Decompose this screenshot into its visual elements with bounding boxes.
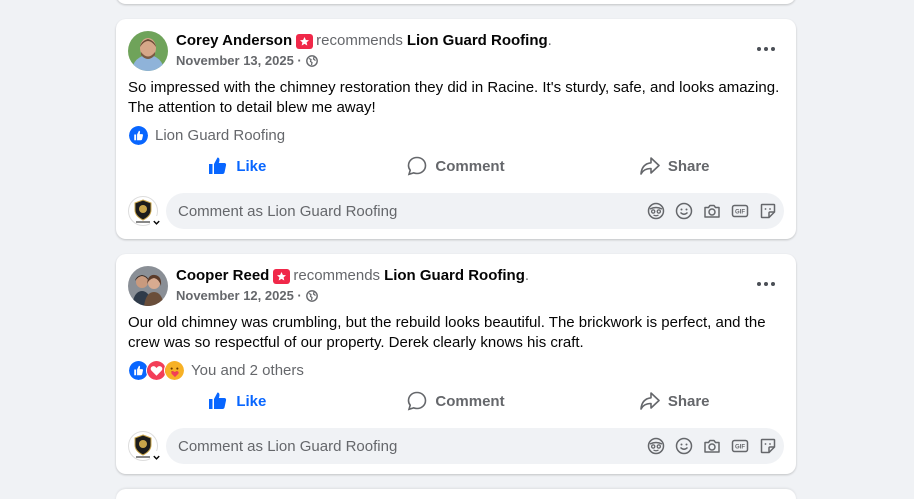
comment-input[interactable]: Comment as Lion Guard Roofing GIF xyxy=(166,193,784,229)
globe-icon xyxy=(305,290,318,302)
comment-button[interactable]: Comment xyxy=(347,387,566,415)
recommends-text: recommends xyxy=(316,32,403,49)
sticker-icon[interactable] xyxy=(758,436,778,456)
sticker-icon[interactable] xyxy=(758,201,778,221)
chevron-down-icon[interactable] xyxy=(150,451,162,463)
previous-post-edge xyxy=(116,0,796,4)
thumbs-up-icon xyxy=(209,157,227,174)
author-avatar[interactable] xyxy=(128,266,168,306)
speech-bubble-icon xyxy=(408,156,427,176)
post-meta: November 13, 2025 · xyxy=(176,53,318,69)
chevron-down-icon[interactable] xyxy=(150,216,162,228)
post-card: Corey Anderson recommends Lion Guard Roo… xyxy=(116,19,796,239)
reactions-summary[interactable]: Lion Guard Roofing xyxy=(128,124,285,146)
care-reaction-icon xyxy=(164,359,185,381)
comment-placeholder: Comment as Lion Guard Roofing xyxy=(178,437,398,455)
more-options-icon[interactable] xyxy=(748,35,784,63)
avatar-sticker-icon[interactable] xyxy=(646,436,666,456)
recommended-page-name[interactable]: Lion Guard Roofing xyxy=(407,32,548,50)
comment-input[interactable]: Comment as Lion Guard Roofing GIF xyxy=(166,428,784,464)
comment-button[interactable]: Comment xyxy=(347,152,566,180)
recommend-badge-icon xyxy=(273,268,291,284)
svg-text:GIF: GIF xyxy=(735,210,745,216)
comment-composer: Comment as Lion Guard Roofing GIF xyxy=(128,428,784,464)
share-button[interactable]: Share xyxy=(565,387,784,415)
comment-composer: Comment as Lion Guard Roofing GIF xyxy=(128,193,784,229)
thumbs-up-icon xyxy=(209,392,227,409)
comment-placeholder: Comment as Lion Guard Roofing xyxy=(178,202,398,220)
like-button[interactable]: Like xyxy=(128,387,347,415)
post-body: So impressed with the chimney restoratio… xyxy=(128,79,780,116)
post-date[interactable]: November 13, 2025 · xyxy=(176,53,302,69)
globe-icon xyxy=(305,55,318,67)
like-reaction-icon xyxy=(128,124,149,146)
avatar-sticker-icon[interactable] xyxy=(646,201,666,221)
speech-bubble-icon xyxy=(408,391,427,411)
action-bar: Like Comment Share xyxy=(128,152,784,180)
page-avatar[interactable] xyxy=(128,196,162,228)
gif-icon[interactable]: GIF xyxy=(730,436,750,456)
action-bar: Like Comment Share xyxy=(128,387,784,415)
post-meta: November 12, 2025 · xyxy=(176,288,318,304)
svg-text:GIF: GIF xyxy=(735,445,745,451)
recommends-text: recommends xyxy=(293,267,381,284)
share-arrow-icon xyxy=(640,392,660,410)
reactions-summary[interactable]: You and 2 others xyxy=(128,359,304,381)
comment-tools: GIF xyxy=(646,436,778,456)
share-arrow-icon xyxy=(640,157,660,175)
gif-icon[interactable]: GIF xyxy=(730,201,750,221)
camera-icon[interactable] xyxy=(702,201,722,221)
recommended-page-name[interactable]: Lion Guard Roofing xyxy=(384,267,525,285)
page-avatar[interactable] xyxy=(128,431,162,463)
author-avatar[interactable] xyxy=(128,31,168,71)
emoji-icon[interactable] xyxy=(674,201,694,221)
next-post-edge xyxy=(116,489,796,499)
like-button[interactable]: Like xyxy=(128,152,347,180)
post-body: Our old chimney was crumbling, but the r… xyxy=(128,314,766,351)
post-header: Cooper Reed recommends Lion Guard Roofin… xyxy=(176,267,530,285)
post-header: Corey Anderson recommends Lion Guard Roo… xyxy=(176,32,552,50)
reactions-text: You and 2 others xyxy=(191,361,304,379)
reactions-text: Lion Guard Roofing xyxy=(155,126,286,144)
camera-icon[interactable] xyxy=(702,436,722,456)
post-card: Cooper Reed recommends Lion Guard Roofin… xyxy=(116,254,796,474)
author-name[interactable]: Cooper Reed xyxy=(176,267,269,285)
share-button[interactable]: Share xyxy=(565,152,784,180)
author-name[interactable]: Corey Anderson xyxy=(176,32,292,50)
post-date[interactable]: November 12, 2025 · xyxy=(176,288,302,304)
emoji-icon[interactable] xyxy=(674,436,694,456)
recommend-badge-icon xyxy=(296,33,314,49)
comment-tools: GIF xyxy=(646,201,778,221)
more-options-icon[interactable] xyxy=(748,270,784,298)
